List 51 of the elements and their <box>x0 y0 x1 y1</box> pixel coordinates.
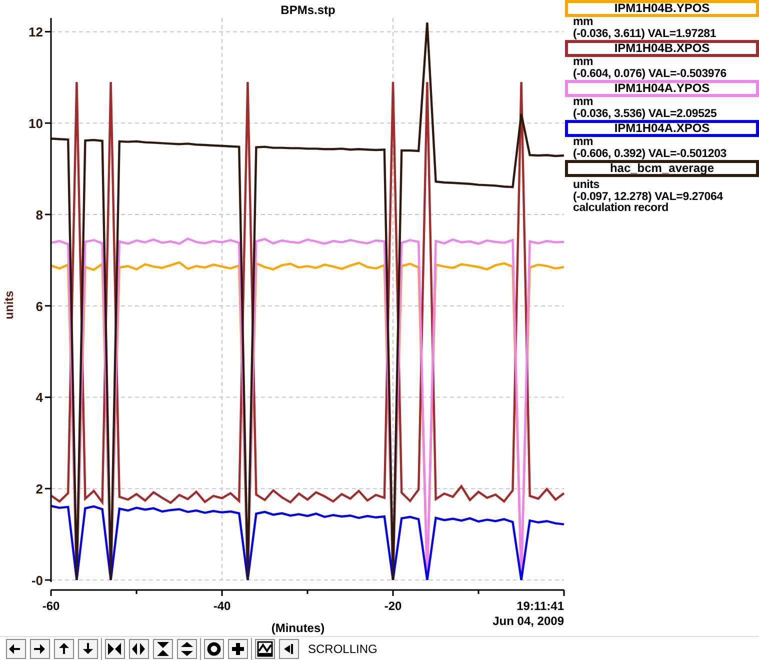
toolbar-button[interactable] <box>255 638 275 658</box>
y-axis-label: units <box>2 290 16 320</box>
chart-title: BPMs.stp <box>280 3 336 17</box>
range-value-text: (-0.097, 12.278) VAL=9.27064 <box>572 192 724 202</box>
toolbar-button[interactable] <box>105 638 125 658</box>
date-label: Jun 04, 2009 <box>492 614 564 628</box>
description-text: calculation record <box>572 203 670 214</box>
toolbar-button[interactable] <box>153 638 173 658</box>
range-value-text: (-0.036, 3.536) VAL=2.09525 <box>572 108 718 120</box>
y-tick-label: 8 <box>36 207 43 222</box>
vertical-zoom-in-icon <box>155 640 171 656</box>
y-tick-label: 12 <box>28 24 43 40</box>
y-tick-label: 4 <box>36 390 43 406</box>
toolbar-button[interactable] <box>204 638 224 658</box>
y-tick-label: 10 <box>28 116 43 132</box>
mode-label: SCROLLING <box>308 642 378 656</box>
circle-icon <box>206 640 222 656</box>
y-tick-label: -0 <box>31 573 43 588</box>
legend-item[interactable]: IPM1H04B.XPOS <box>565 40 759 57</box>
toolbar-button[interactable] <box>228 638 248 658</box>
units-label: mm <box>572 17 594 28</box>
toolbar-button[interactable] <box>54 638 74 658</box>
toolbar-button[interactable] <box>279 638 299 658</box>
range-value-text: (-0.606, 0.392) VAL=-0.501203 <box>572 148 728 160</box>
units-label: mm <box>572 137 594 148</box>
legend-item[interactable]: IPM1H04A.YPOS <box>565 80 759 97</box>
units-label: mm <box>572 97 594 108</box>
horizontal-zoom-in-icon <box>107 640 123 656</box>
units-label: mm <box>572 57 594 68</box>
x-tick-label: -20 <box>384 599 402 613</box>
toolbar-button[interactable] <box>129 638 149 658</box>
x-tick-label: -40 <box>213 599 231 613</box>
x-tick-label: -60 <box>42 599 60 613</box>
y-tick-label: 6 <box>36 298 43 314</box>
horizontal-zoom-out-icon <box>131 640 147 656</box>
vertical-zoom-out-icon <box>179 640 195 656</box>
graph-icon <box>257 640 273 656</box>
plus-icon <box>230 640 246 656</box>
toolbar-button[interactable] <box>78 638 98 658</box>
x-axis-label: (Minutes) <box>271 621 325 635</box>
time-label: 19:11:41 <box>516 599 564 613</box>
toolbar-button[interactable] <box>177 638 197 658</box>
range-value-text: (-0.604, 0.076) VAL=-0.503976 <box>572 68 728 80</box>
legend-item[interactable]: IPM1H04B.YPOS <box>565 0 759 17</box>
toolbar-button[interactable] <box>30 638 50 658</box>
y-tick-label: 2 <box>36 482 43 497</box>
legend-item[interactable]: hac_bcm_average <box>565 160 759 177</box>
legend-item[interactable]: IPM1H04A.XPOS <box>565 120 759 137</box>
units-label: units <box>572 180 600 192</box>
range-value-text: (-0.036, 3.611) VAL=1.97281 <box>572 28 718 40</box>
toolbar-button[interactable] <box>6 638 26 658</box>
